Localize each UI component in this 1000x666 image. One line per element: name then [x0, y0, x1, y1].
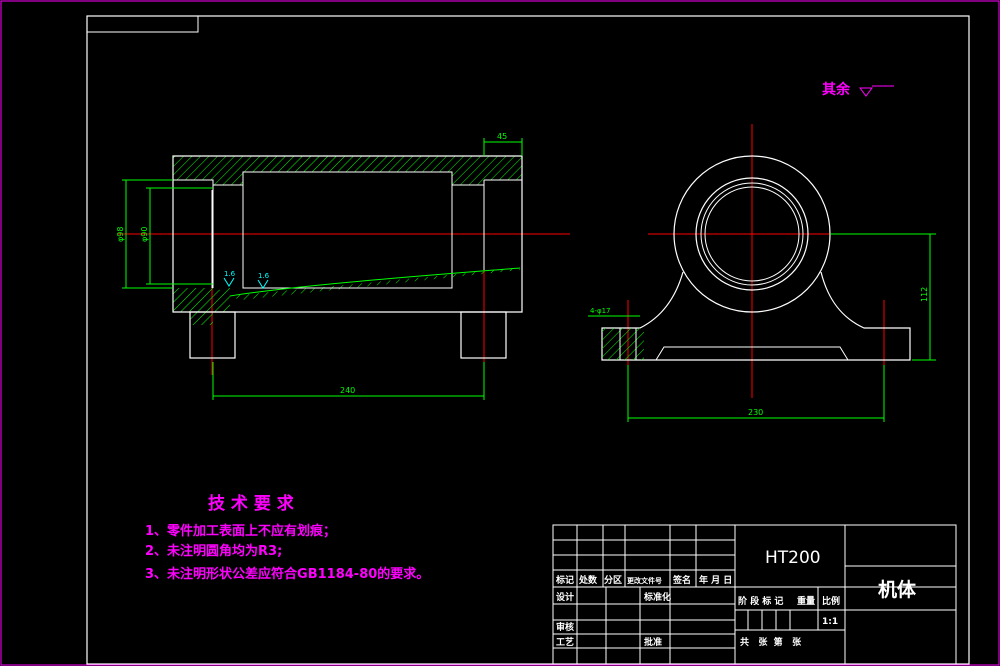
- header-sign: 签名: [672, 574, 691, 586]
- label-stage: 阶 段 标 记: [738, 595, 783, 607]
- label-scale: 比例: [822, 595, 840, 607]
- tech-title: 技 术 要 求: [208, 493, 294, 514]
- dim-length: 240: [340, 386, 355, 395]
- section-view: 1.6 1.6 240 45 φ98 φ90: [116, 132, 570, 400]
- label-review: 审核: [556, 621, 574, 633]
- label-weight: 重量: [797, 595, 815, 607]
- sheet-info: 共 张 第 张: [740, 636, 802, 648]
- dim-holes: 4-φ17: [590, 307, 611, 315]
- header-mark: 标记: [555, 574, 574, 586]
- tech-item-3: 3、未注明形状公差应符合GB1184-80的要求。: [145, 566, 429, 582]
- header-zone: 分区: [604, 574, 622, 586]
- scale-value: 1:1: [822, 617, 838, 627]
- dim-diameter-90: φ90: [140, 227, 149, 242]
- label-process: 工艺: [556, 636, 574, 648]
- header-count: 处数: [578, 574, 598, 586]
- roughness-label-b: 1.6: [258, 272, 270, 280]
- tech-item-1: 1、零件加工表面上不应有划痕；: [145, 523, 336, 539]
- tech-requirements: 技 术 要 求 1、零件加工表面上不应有划痕； 2、未注明圆角均为R3; 3、未…: [145, 493, 429, 582]
- part-name: 机体: [878, 578, 917, 601]
- label-standard: 标准化: [643, 591, 671, 603]
- outer-border: [0, 0, 1000, 666]
- drawing-sheet: 其余 1.6 1.6 240 45 φ98 φ90 230 112 4-φ17 …: [0, 0, 1000, 666]
- roughness-label-a: 1.6: [224, 270, 236, 278]
- header-date: 年 月 日: [699, 574, 732, 586]
- surface-note-label: 其余: [822, 81, 851, 98]
- dim-top-width: 45: [497, 132, 507, 141]
- header-doc: 更改文件号: [627, 576, 662, 585]
- dim-width: 230: [748, 408, 763, 417]
- dim-diameter-98: φ98: [116, 227, 125, 242]
- dim-height: 112: [920, 287, 929, 302]
- material-label: HT200: [765, 548, 821, 568]
- label-approve: 批准: [644, 636, 662, 648]
- tech-item-2: 2、未注明圆角均为R3;: [145, 543, 282, 559]
- side-view: 230 112 4-φ17: [588, 124, 936, 422]
- top-left-tab: [86, 15, 199, 33]
- roughness-symbol-icon: [859, 85, 894, 97]
- label-design: 设计: [556, 591, 574, 603]
